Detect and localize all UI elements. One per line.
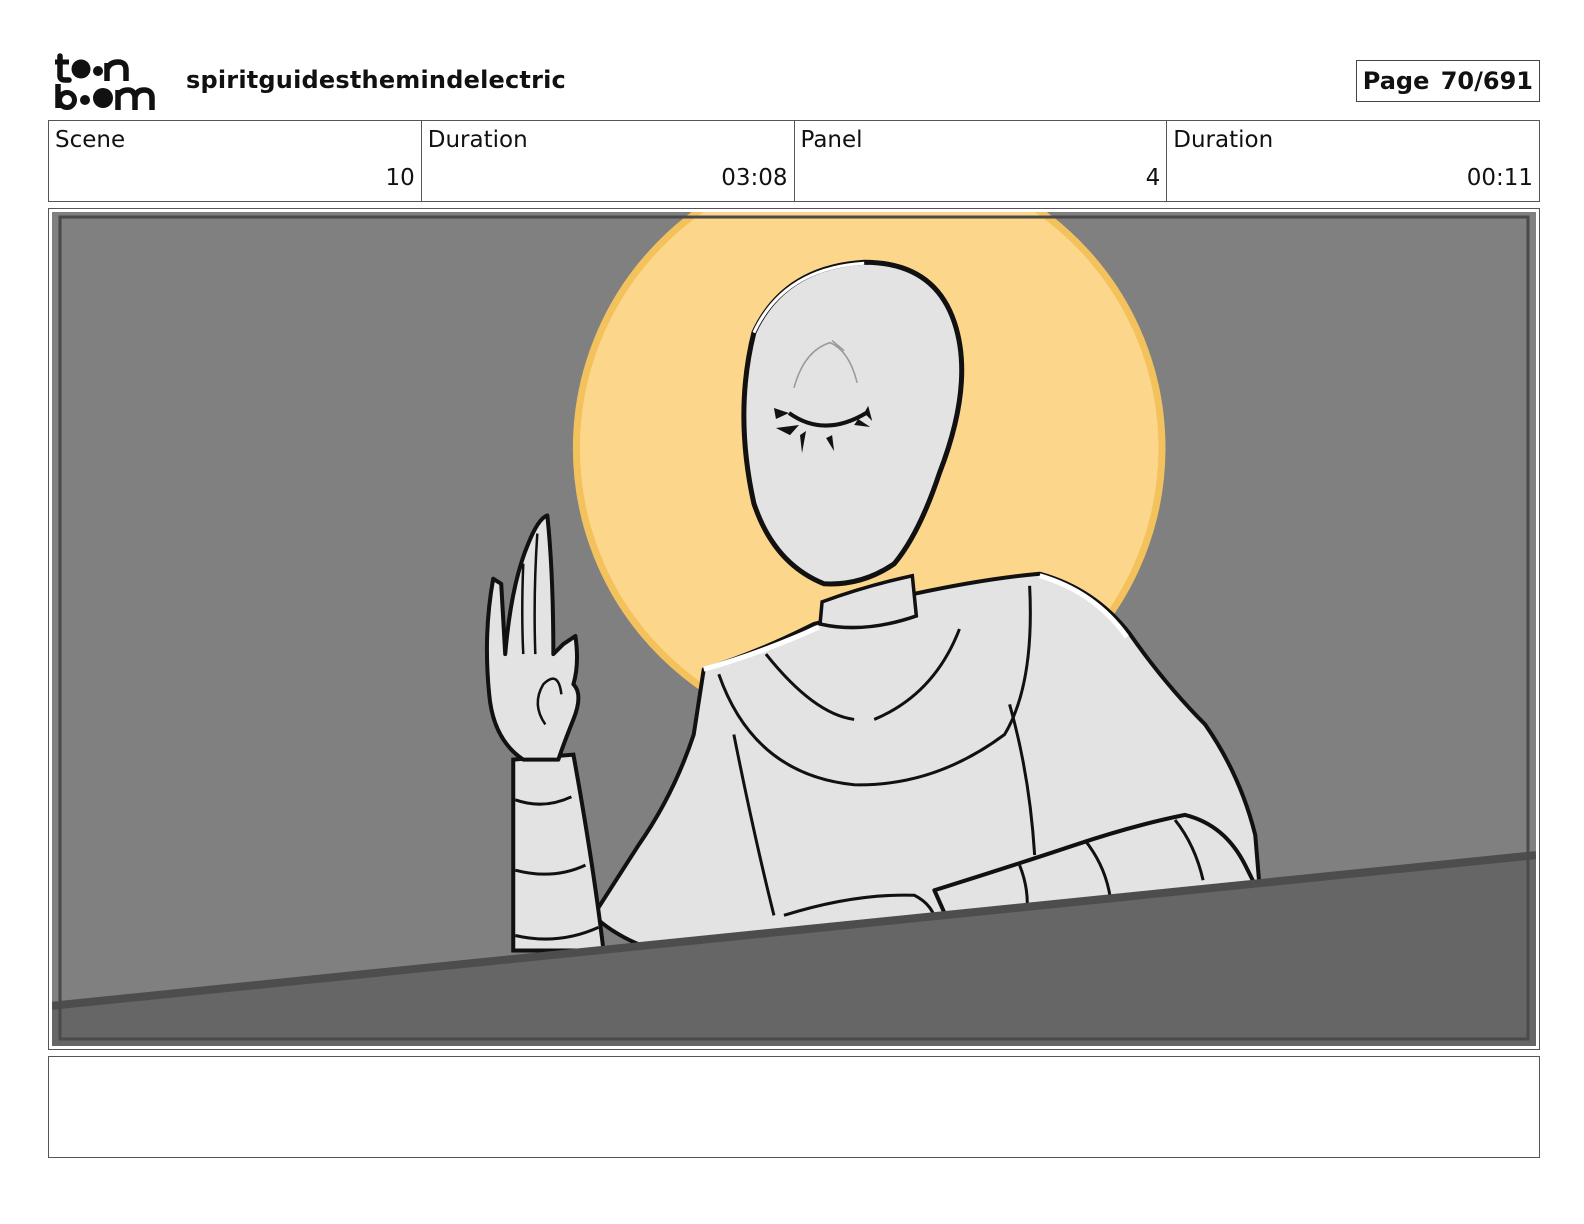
scene-cell: Scene 10 xyxy=(49,121,422,201)
panel-label: Panel xyxy=(800,127,863,153)
panel-cell: Panel 4 xyxy=(795,121,1168,201)
panel-notes xyxy=(48,1056,1540,1158)
storyboard-header: spiritguidesthemindelectric Page 70/691 xyxy=(48,48,1540,118)
scene-duration-value: 03:08 xyxy=(721,165,788,191)
panel-value: 4 xyxy=(1145,165,1161,191)
panel-duration-label: Duration xyxy=(1173,127,1274,153)
page-indicator: Page 70/691 xyxy=(1355,60,1540,102)
scene-duration-cell: Duration 03:08 xyxy=(422,121,795,201)
panel-duration-value: 00:11 xyxy=(1466,165,1533,191)
toonboom-logo xyxy=(55,53,155,110)
scene-value: 10 xyxy=(385,165,415,191)
panel-duration-cell: Duration 00:11 xyxy=(1167,121,1539,201)
scene-info-table: Scene 10 Duration 03:08 Panel 4 Duration… xyxy=(48,120,1540,202)
scene-label: Scene xyxy=(55,127,126,153)
project-title: spiritguidesthemindelectric xyxy=(186,66,566,94)
scene-duration-label: Duration xyxy=(427,127,528,153)
panel-drawing xyxy=(52,212,1536,1046)
storyboard-panel xyxy=(48,208,1540,1050)
